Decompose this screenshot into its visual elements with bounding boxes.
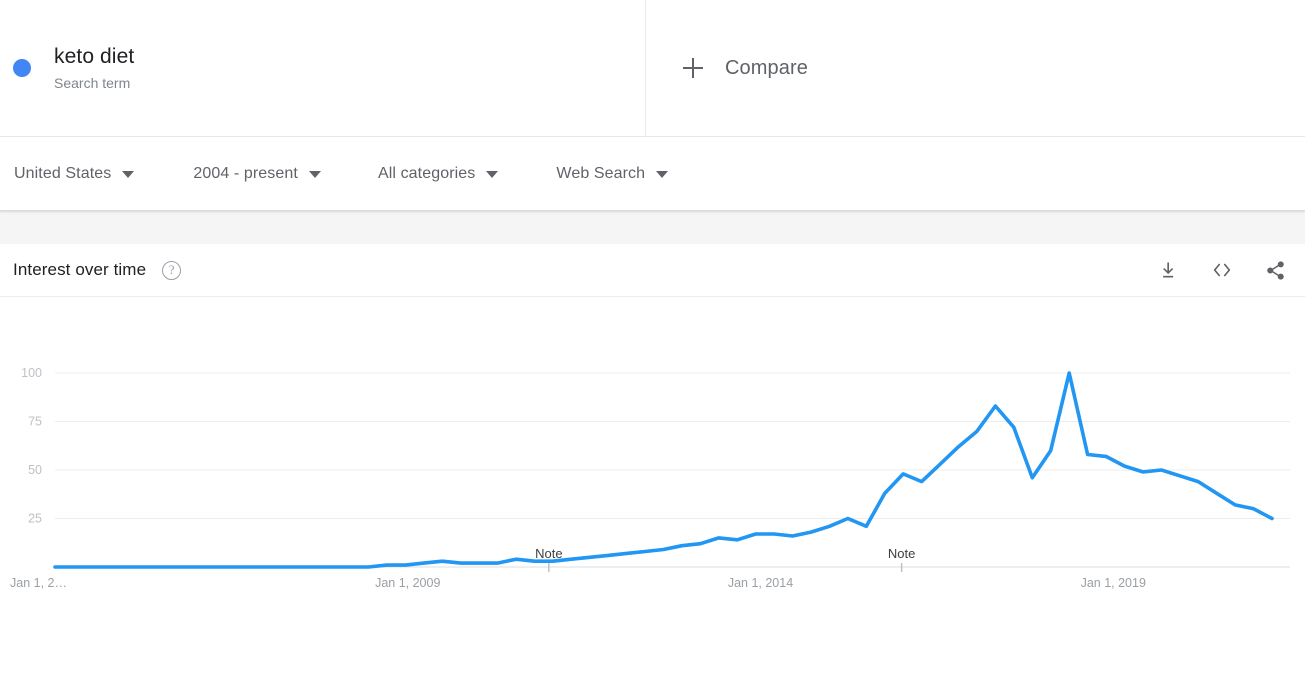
filter-time-range-label: 2004 - present xyxy=(193,165,298,183)
filter-search-type[interactable]: Web Search xyxy=(556,137,668,210)
search-term-name: keto diet xyxy=(54,43,134,70)
help-circle-icon[interactable]: ? xyxy=(162,261,181,280)
card-header: Interest over time ? xyxy=(0,244,1305,297)
filter-location-label: United States xyxy=(14,165,111,183)
y-axis-tick-label: 75 xyxy=(28,415,42,429)
y-axis-tick-label: 100 xyxy=(21,366,42,380)
filter-category-label: All categories xyxy=(378,165,475,183)
x-axis-tick-label: Jan 1, 2… xyxy=(10,576,67,590)
y-axis-tick-label: 50 xyxy=(28,463,42,477)
chart-x-axis: Jan 1, 2… Jan 1, 2009 Jan 1, 2014 Jan 1, 20… xyxy=(10,576,1146,590)
chart-gridlines xyxy=(55,373,1290,519)
search-term-type: Search term xyxy=(54,72,134,94)
trends-line-chart[interactable]: 100755025 NoteNote Jan 1, 2…Jan 1, 2009J… xyxy=(0,353,1305,643)
x-axis-tick-label: Jan 1, 2009 xyxy=(375,576,440,590)
embed-code-icon[interactable] xyxy=(1209,257,1235,283)
chevron-down-icon xyxy=(486,171,498,178)
x-axis-tick-label: Jan 1, 2014 xyxy=(728,576,793,590)
annotation-note-label[interactable]: Note xyxy=(888,546,915,561)
chevron-down-icon xyxy=(122,171,134,178)
share-icon[interactable] xyxy=(1262,257,1288,283)
add-comparison-button[interactable]: Compare xyxy=(646,0,1305,136)
filter-search-type-label: Web Search xyxy=(556,165,645,183)
interest-over-time-card: Interest over time ? xyxy=(0,244,1305,691)
filters-bar: United States 2004 - present All categor… xyxy=(0,137,1305,211)
download-icon[interactable] xyxy=(1156,257,1182,283)
chevron-down-icon xyxy=(309,171,321,178)
filter-category[interactable]: All categories xyxy=(378,137,498,210)
card-actions xyxy=(1156,257,1288,283)
annotation-note-label[interactable]: Note xyxy=(535,546,562,561)
search-terms-bar: keto diet Search term Compare xyxy=(0,0,1305,137)
filter-location[interactable]: United States xyxy=(14,137,134,210)
chevron-down-icon xyxy=(656,171,668,178)
y-axis-tick-label: 25 xyxy=(28,512,42,526)
series-color-dot xyxy=(13,59,31,77)
chart-y-axis: 100 75 50 25 xyxy=(21,366,42,526)
plus-icon xyxy=(681,56,705,80)
section-gap xyxy=(0,211,1305,244)
filter-time-range[interactable]: 2004 - present xyxy=(193,137,321,210)
chart-annotations: Note Note xyxy=(535,546,915,572)
x-axis-tick-label: Jan 1, 2019 xyxy=(1081,576,1146,590)
card-title: Interest over time xyxy=(13,260,146,280)
chart-svg: 100755025 NoteNote Jan 1, 2…Jan 1, 2009J… xyxy=(0,353,1305,613)
compare-label: Compare xyxy=(725,57,808,80)
search-term-card[interactable]: keto diet Search term xyxy=(0,0,646,136)
